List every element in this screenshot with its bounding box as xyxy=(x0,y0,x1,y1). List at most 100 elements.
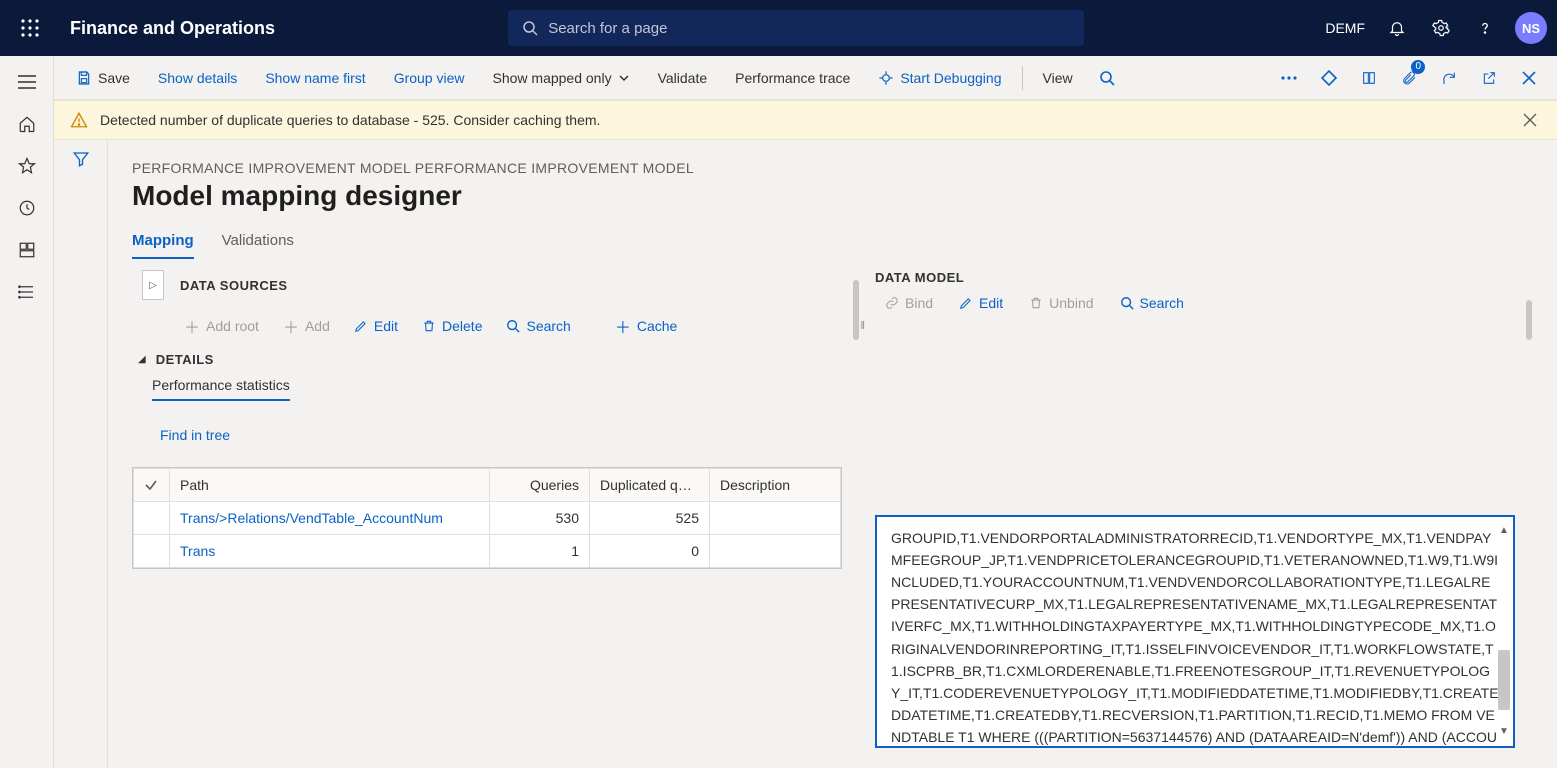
top-nav: Finance and Operations DEMF NS xyxy=(0,0,1557,56)
path-link[interactable]: Trans/>Relations/VendTable_AccountNum xyxy=(180,510,443,526)
gear-icon[interactable] xyxy=(1421,8,1461,48)
table-row[interactable]: Trans/>Relations/VendTable_AccountNum 53… xyxy=(134,502,841,535)
col-queries[interactable]: Queries xyxy=(490,469,590,502)
details-header[interactable]: ◢ DETAILS xyxy=(138,352,842,367)
col-description[interactable]: Description xyxy=(710,469,841,502)
data-model-toolbar: Bind Edit Unbind xyxy=(875,291,1515,315)
home-icon[interactable] xyxy=(6,104,48,144)
view-button[interactable]: View xyxy=(1031,60,1085,96)
sql-preview[interactable]: GROUPID,T1.VENDORPORTALADMINISTRATORRECI… xyxy=(875,515,1515,748)
recent-icon[interactable] xyxy=(6,188,48,228)
star-icon[interactable] xyxy=(6,146,48,186)
dm-search-button[interactable]: Search xyxy=(1110,291,1194,315)
col-duplicated[interactable]: Duplicated que... xyxy=(590,469,710,502)
data-sources-toolbar: ＋Add root ＋Add Edit Delete xyxy=(174,310,842,342)
badge-count: 0 xyxy=(1411,60,1425,74)
app-launcher-icon[interactable] xyxy=(10,8,50,48)
sql-scrollbar[interactable]: ▲ ▼ xyxy=(1497,523,1511,740)
search-button[interactable]: Search xyxy=(496,314,580,338)
edit-button[interactable]: Edit xyxy=(344,314,408,338)
refresh-icon[interactable] xyxy=(1431,60,1467,96)
splitter-handle-icon[interactable]: ‖ xyxy=(860,320,865,748)
global-search[interactable] xyxy=(508,10,1084,46)
company-label[interactable]: DEMF xyxy=(1317,20,1373,36)
cell-desc xyxy=(710,502,841,535)
save-button[interactable]: Save xyxy=(64,60,142,96)
show-mapped-only-label: Show mapped only xyxy=(493,70,612,86)
attachments-icon[interactable]: 0 xyxy=(1391,60,1427,96)
warning-banner: Detected number of duplicate queries to … xyxy=(54,100,1557,140)
splitter-right[interactable] xyxy=(1525,270,1533,748)
find-in-tree-link[interactable]: Find in tree xyxy=(160,427,842,443)
scroll-down-icon[interactable]: ▼ xyxy=(1499,724,1509,740)
sql-text: GROUPID,T1.VENDORPORTALADMINISTRATORRECI… xyxy=(891,530,1499,748)
more-icon[interactable] xyxy=(1271,60,1307,96)
separator xyxy=(1022,66,1023,90)
diamond-icon[interactable] xyxy=(1311,60,1347,96)
table-row[interactable]: Trans 1 0 xyxy=(134,535,841,568)
right-pane: DATA MODEL Bind Edit xyxy=(875,270,1515,748)
avatar[interactable]: NS xyxy=(1515,12,1547,44)
modules-icon[interactable] xyxy=(6,272,48,312)
collapse-toggle[interactable]: ▷ xyxy=(142,270,164,300)
menu-icon[interactable] xyxy=(6,62,48,102)
data-sources-title: DATA SOURCES xyxy=(180,278,288,293)
filter-rail xyxy=(54,140,108,768)
group-view-button[interactable]: Group view xyxy=(382,60,477,96)
help-icon[interactable] xyxy=(1465,8,1505,48)
col-path[interactable]: Path xyxy=(170,469,490,502)
trash-icon xyxy=(422,319,436,333)
warning-icon xyxy=(70,111,88,129)
path-link[interactable]: Trans xyxy=(180,543,215,559)
start-debugging-button[interactable]: Start Debugging xyxy=(866,60,1013,96)
close-icon[interactable] xyxy=(1511,60,1547,96)
workspace-icon[interactable] xyxy=(6,230,48,270)
warning-close-icon[interactable] xyxy=(1519,109,1541,131)
unbind-button: Unbind xyxy=(1019,291,1103,315)
scroll-thumb[interactable] xyxy=(1498,650,1510,710)
tab-validations[interactable]: Validations xyxy=(222,232,294,259)
dm-edit-button[interactable]: Edit xyxy=(949,291,1013,315)
performance-trace-button[interactable]: Performance trace xyxy=(723,60,862,96)
cell-queries: 530 xyxy=(490,502,590,535)
tab-mapping[interactable]: Mapping xyxy=(132,232,194,259)
chevron-down-icon xyxy=(618,72,630,84)
splitter-left[interactable] xyxy=(852,270,860,748)
cell-dup: 525 xyxy=(590,502,710,535)
show-details-button[interactable]: Show details xyxy=(146,60,249,96)
cell-desc xyxy=(710,535,841,568)
cache-button[interactable]: ＋Cache xyxy=(605,310,687,342)
performance-grid: Path Queries Duplicated que... Descripti… xyxy=(132,467,842,569)
details-title: DETAILS xyxy=(156,352,214,367)
details-subtabs: Performance statistics xyxy=(152,377,842,401)
add-button: ＋Add xyxy=(273,310,340,342)
pencil-icon xyxy=(354,319,368,333)
popout-icon[interactable] xyxy=(1471,60,1507,96)
subtab-performance-statistics[interactable]: Performance statistics xyxy=(152,377,290,401)
search-icon xyxy=(1120,296,1134,310)
bind-button: Bind xyxy=(875,291,943,315)
search-input[interactable] xyxy=(548,20,1070,37)
book-icon[interactable] xyxy=(1351,60,1387,96)
add-root-button: ＋Add root xyxy=(174,310,269,342)
page-title: Model mapping designer xyxy=(132,180,1533,212)
check-icon xyxy=(144,478,158,492)
search-action-icon[interactable] xyxy=(1089,60,1125,96)
validate-button[interactable]: Validate xyxy=(646,60,720,96)
funnel-icon[interactable] xyxy=(72,150,90,768)
bell-icon[interactable] xyxy=(1377,8,1417,48)
show-name-first-button[interactable]: Show name first xyxy=(253,60,377,96)
cell-dup: 0 xyxy=(590,535,710,568)
save-icon xyxy=(76,70,92,86)
scroll-up-icon[interactable]: ▲ xyxy=(1499,523,1509,539)
debug-icon xyxy=(878,70,894,86)
main-tabs: Mapping Validations xyxy=(132,232,1533,260)
cell-queries: 1 xyxy=(490,535,590,568)
search-icon xyxy=(506,319,520,333)
delete-button[interactable]: Delete xyxy=(412,314,492,338)
show-mapped-only-button[interactable]: Show mapped only xyxy=(481,60,642,96)
left-rail xyxy=(0,56,54,768)
col-select[interactable] xyxy=(134,469,170,502)
save-label: Save xyxy=(98,70,130,86)
breadcrumb: PERFORMANCE IMPROVEMENT MODEL PERFORMANC… xyxy=(132,160,1533,176)
